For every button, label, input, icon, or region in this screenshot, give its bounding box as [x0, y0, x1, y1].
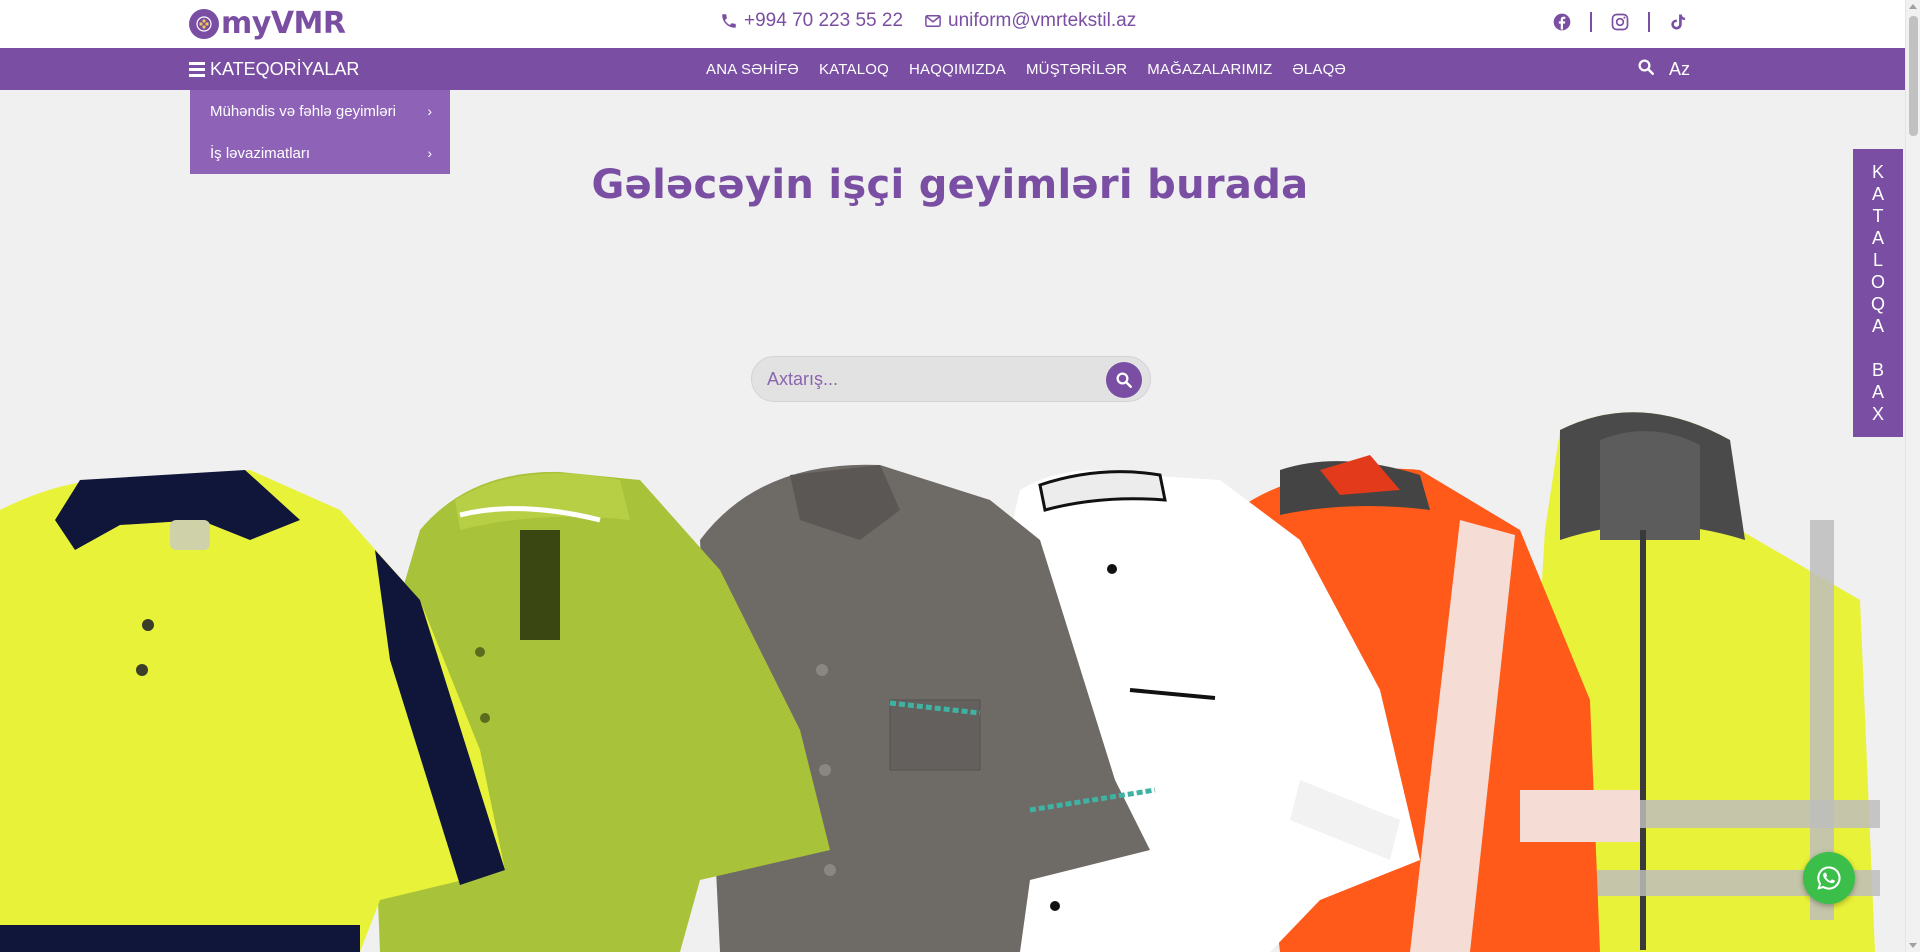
- instagram-icon[interactable]: [1608, 10, 1632, 34]
- hamburger-icon: [189, 61, 205, 77]
- nav-item-stores[interactable]: MAĞAZALARIMIZ: [1147, 61, 1272, 78]
- whatsapp-button[interactable]: [1803, 852, 1855, 904]
- facebook-icon[interactable]: [1550, 10, 1574, 34]
- social-divider: [1648, 12, 1650, 32]
- nav-item-catalog[interactable]: KATALOQ: [819, 61, 889, 78]
- page-scrollbar[interactable]: [1905, 0, 1920, 952]
- search-input[interactable]: [767, 357, 1087, 401]
- dropdown-item-label: Mühəndis və fəhlə geyimləri: [210, 102, 396, 120]
- workwear-banner-image: [0, 412, 1880, 952]
- hero-title: Gələcəyin işçi geyimləri burada: [591, 162, 1309, 208]
- side-tab-letter: O: [1870, 272, 1885, 292]
- search-icon[interactable]: [1637, 58, 1655, 81]
- categories-toggle[interactable]: KATEQORİYALAR: [189, 48, 359, 90]
- hero-search: [751, 356, 1151, 402]
- nav-item-home[interactable]: ANA SƏHİFƏ: [706, 61, 799, 78]
- side-tab-letter: A: [1871, 316, 1884, 336]
- main-navbar: KATEQORİYALAR ANA SƏHİFƏ KATALOQ HAQQIMI…: [0, 48, 1905, 90]
- nav-tools: Az: [1637, 48, 1690, 90]
- email-link[interactable]: uniform@vmrtekstil.az: [924, 10, 1136, 32]
- catalog-side-tab[interactable]: K A T A L O Q A B A X: [1853, 149, 1903, 437]
- side-tab-letter: L: [1872, 250, 1883, 270]
- email-address: uniform@vmrtekstil.az: [948, 10, 1137, 31]
- social-links: [1550, 10, 1690, 34]
- phone-link[interactable]: +994 70 223 55 22: [720, 10, 903, 32]
- dropdown-item-engineer-worker-clothing[interactable]: Mühəndis və fəhlə geyimləri ›: [190, 90, 450, 132]
- side-tab-letter: T: [1872, 206, 1884, 226]
- categories-label: KATEQORİYALAR: [210, 58, 360, 79]
- scroll-down-arrow-icon[interactable]: [1909, 943, 1917, 948]
- search-icon: [1116, 372, 1132, 388]
- side-tab-letter: Q: [1870, 294, 1885, 314]
- phone-icon: [722, 14, 736, 28]
- logo-mark-icon: [189, 8, 219, 39]
- phone-number: +994 70 223 55 22: [744, 10, 904, 31]
- main-menu: ANA SƏHİFƏ KATALOQ HAQQIMIZDA MÜŞTƏRİLƏR…: [706, 48, 1346, 90]
- scroll-up-arrow-icon[interactable]: [1909, 4, 1917, 9]
- chevron-right-icon: ›: [427, 145, 432, 161]
- side-tab-letter: A: [1871, 184, 1884, 204]
- nav-item-contact[interactable]: ƏLAQƏ: [1292, 61, 1346, 78]
- whatsapp-icon: [1817, 866, 1841, 890]
- scrollbar-thumb[interactable]: [1909, 16, 1918, 136]
- dropdown-item-label: İş ləvazimatları: [210, 144, 311, 162]
- logo[interactable]: myVMR: [189, 6, 346, 41]
- envelope-icon: [925, 15, 941, 27]
- side-tab-letter: A: [1871, 228, 1884, 248]
- tiktok-icon[interactable]: [1666, 10, 1690, 34]
- side-tab-letter: B: [1871, 360, 1884, 380]
- search-button[interactable]: [1106, 362, 1142, 398]
- language-switcher[interactable]: Az: [1669, 59, 1690, 80]
- chevron-right-icon: ›: [427, 103, 432, 119]
- top-bar: myVMR +994 70 223 55 22 uniform@vmrtekst…: [0, 0, 1905, 48]
- side-tab-letter: K: [1871, 162, 1884, 182]
- logo-text: myVMR: [221, 6, 346, 41]
- social-divider: [1590, 12, 1592, 32]
- nav-item-about[interactable]: HAQQIMIZDA: [909, 61, 1006, 78]
- nav-item-customers[interactable]: MÜŞTƏRİLƏR: [1026, 61, 1127, 78]
